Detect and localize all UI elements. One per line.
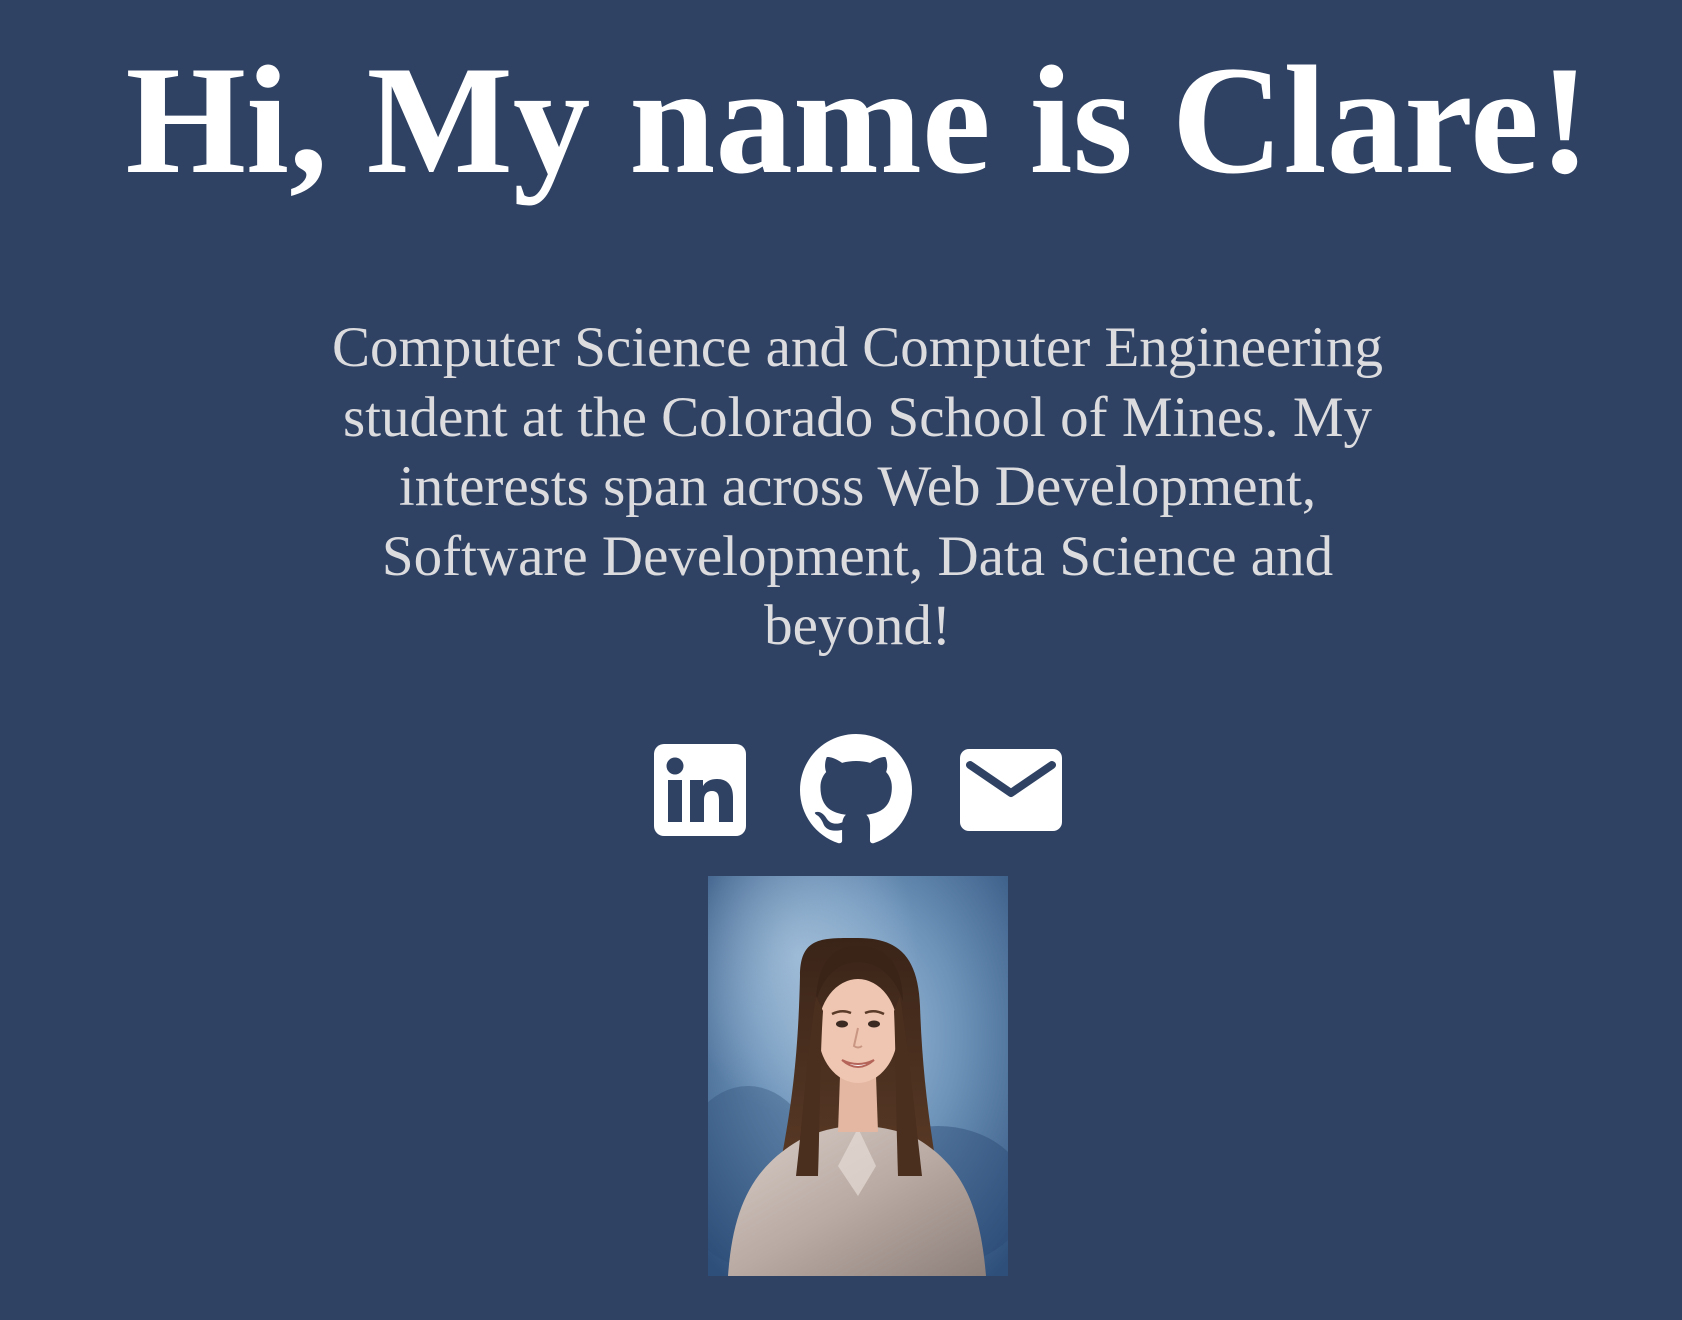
linkedin-icon xyxy=(654,744,746,836)
portfolio-page: Hi, My name is Clare! Computer Science a… xyxy=(0,0,1682,1320)
bio-text: Computer Science and Computer Engineerin… xyxy=(331,316,1384,657)
github-link[interactable] xyxy=(800,734,912,846)
github-icon xyxy=(800,734,912,844)
email-link[interactable] xyxy=(960,749,1062,831)
email-icon xyxy=(960,749,1062,831)
social-links xyxy=(0,734,1682,846)
page-title: Hi, My name is Clare! xyxy=(125,34,1591,206)
profile-photo xyxy=(708,876,1008,1276)
linkedin-link[interactable] xyxy=(654,744,746,836)
